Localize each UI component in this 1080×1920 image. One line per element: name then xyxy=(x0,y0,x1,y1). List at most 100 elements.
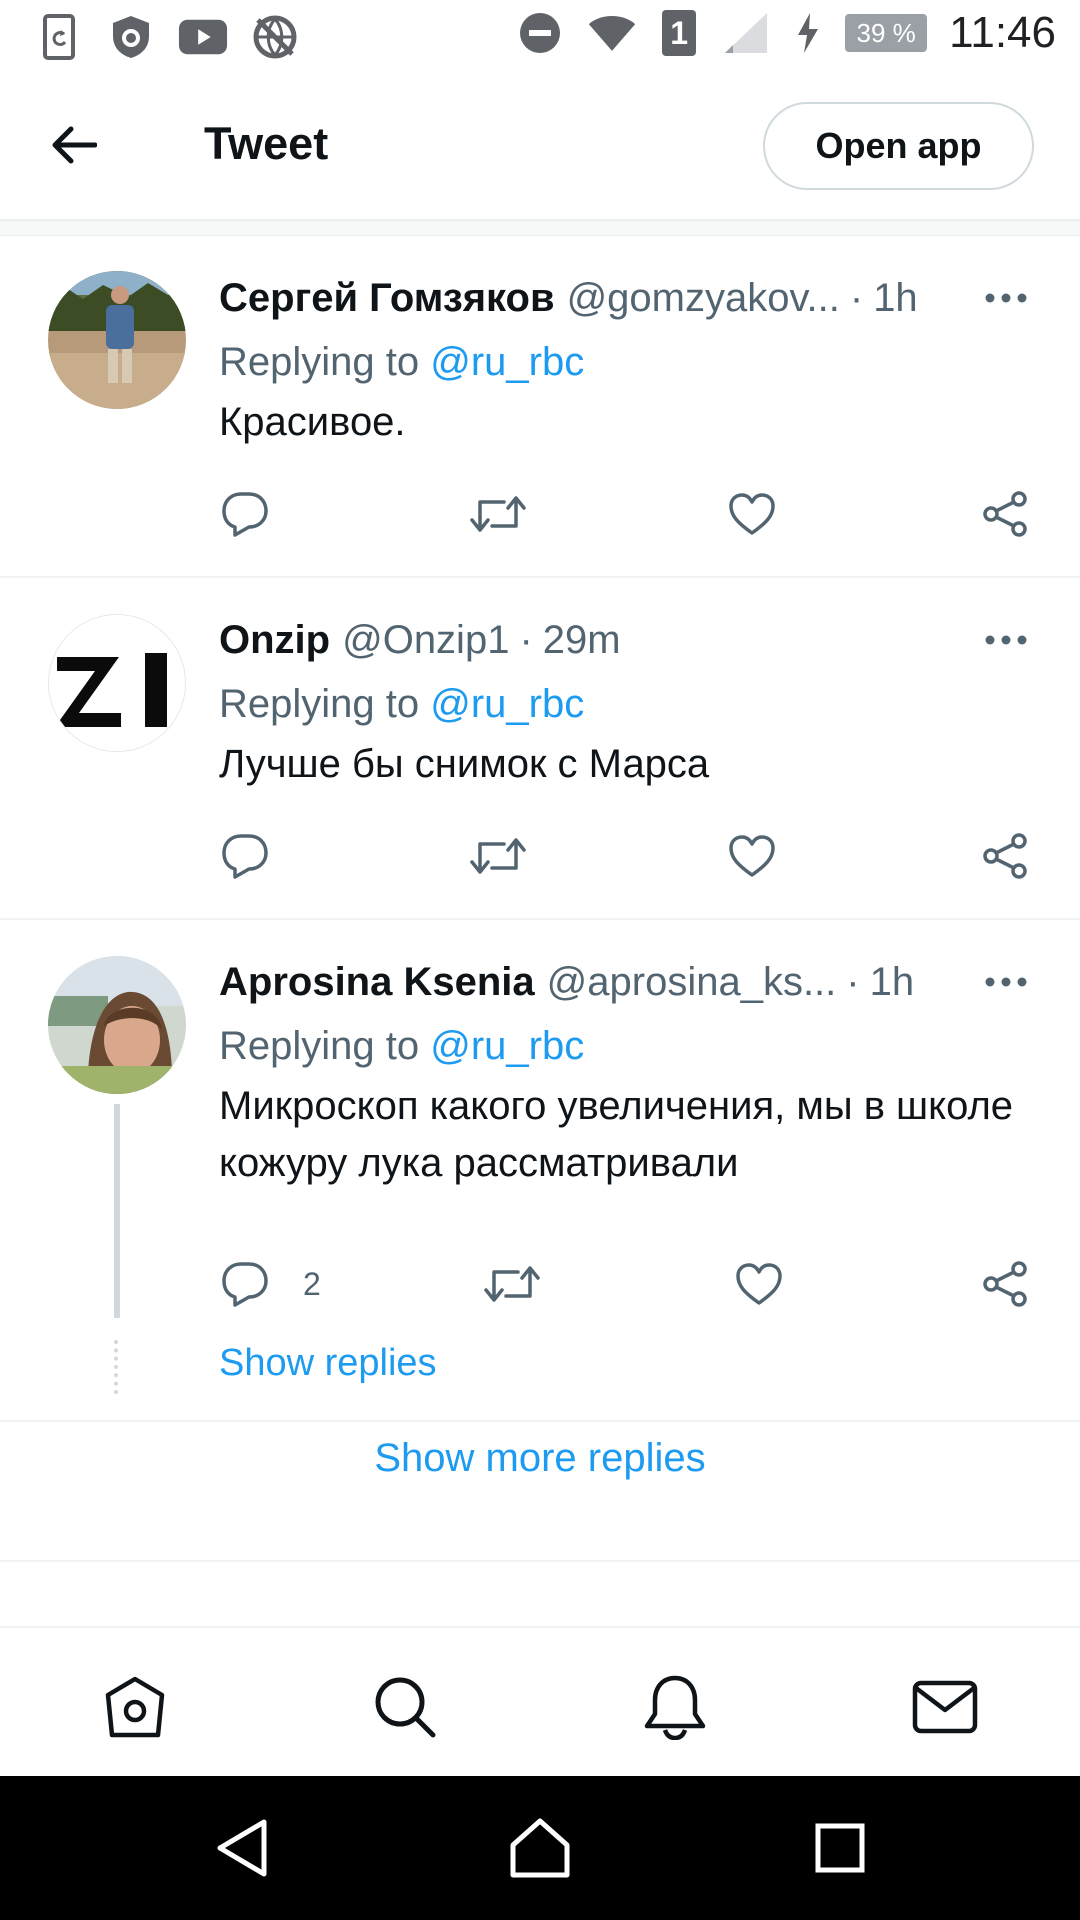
replying-to: Replying to @ru_rbc xyxy=(219,682,584,727)
sim-icon: 1 xyxy=(659,8,699,58)
like-button[interactable] xyxy=(724,486,780,542)
status-bar-left xyxy=(34,12,300,62)
tweet-header: Onzip @Onzip1 · 29m xyxy=(219,610,621,670)
more-options-button[interactable] xyxy=(982,620,1030,660)
thread-line xyxy=(114,1104,120,1318)
wifi-icon xyxy=(587,8,637,58)
divider xyxy=(0,1560,1080,1562)
tweet[interactable]: Onzip @Onzip1 · 29m Replying to @ru_rbc … xyxy=(0,578,1080,920)
author-handle[interactable]: @gomzyakov... xyxy=(567,276,840,321)
tweet-text: Микроскоп какого увеличения, мы в школе … xyxy=(219,1084,1014,1185)
separator: · xyxy=(846,959,860,1004)
show-more-replies-link[interactable]: Show more replies xyxy=(0,1436,1080,1481)
open-app-button[interactable]: Open app xyxy=(763,102,1034,190)
bottom-nav xyxy=(0,1626,1080,1776)
nav-notifications[interactable] xyxy=(640,1672,710,1742)
android-home-button[interactable] xyxy=(508,1816,572,1880)
heart-icon xyxy=(736,1263,782,1305)
dnd-icon xyxy=(515,8,565,58)
share-icon xyxy=(983,833,1027,879)
share-button[interactable] xyxy=(977,486,1033,542)
more-icon xyxy=(985,293,1027,303)
back-triangle-icon xyxy=(217,1819,267,1877)
android-nav-bar xyxy=(0,1776,1080,1920)
header-divider xyxy=(0,220,1080,236)
author-handle[interactable]: @aprosina_ks... xyxy=(547,960,837,1005)
more-icon xyxy=(985,977,1027,987)
avatar[interactable] xyxy=(48,271,186,409)
share-button[interactable] xyxy=(977,828,1033,884)
mention-link[interactable]: @ru_rbc xyxy=(430,682,584,726)
more-options-button[interactable] xyxy=(982,962,1030,1002)
android-back-button[interactable] xyxy=(210,1816,274,1880)
shield-icon xyxy=(106,12,156,62)
share-icon xyxy=(983,491,1027,537)
back-button[interactable] xyxy=(46,122,102,168)
youtube-icon xyxy=(178,12,228,62)
reply-button[interactable] xyxy=(217,1256,273,1312)
signal-icon xyxy=(721,8,771,58)
thread-dots xyxy=(114,1340,120,1394)
author-name[interactable]: Сергей Гомзяков xyxy=(219,276,555,321)
tweet[interactable]: Aprosina Ksenia @aprosina_ks... · 1h Rep… xyxy=(0,920,1080,1422)
tweet-time[interactable]: 29m xyxy=(543,618,621,663)
tweet-time[interactable]: 1h xyxy=(873,276,918,321)
replying-to: Replying to @ru_rbc xyxy=(219,340,584,385)
retweet-button[interactable] xyxy=(484,1256,540,1312)
arrow-left-icon xyxy=(52,126,97,164)
sync-icon xyxy=(34,12,84,62)
nav-home[interactable] xyxy=(100,1672,170,1742)
more-options-button[interactable] xyxy=(982,278,1030,318)
like-button[interactable] xyxy=(724,828,780,884)
share-button[interactable] xyxy=(977,1256,1033,1312)
avatar[interactable] xyxy=(48,956,186,1094)
replying-to-label: Replying to xyxy=(219,340,420,384)
battery-level: 39 % xyxy=(856,17,916,48)
reply-icon xyxy=(222,834,268,879)
home-outline-icon xyxy=(510,1818,570,1878)
share-icon xyxy=(983,1261,1027,1307)
status-time: 11:46 xyxy=(949,8,1056,57)
reply-button[interactable] xyxy=(217,486,273,542)
author-name[interactable]: Aprosina Ksenia xyxy=(219,960,535,1005)
nav-messages[interactable] xyxy=(910,1672,980,1742)
messages-icon xyxy=(912,1680,978,1734)
page-title: Tweet xyxy=(204,118,329,169)
tweet[interactable]: Сергей Гомзяков @gomzyakov... · 1h Reply… xyxy=(0,236,1080,578)
retweet-button[interactable] xyxy=(470,828,526,884)
retweet-button[interactable] xyxy=(470,486,526,542)
replying-to-label: Replying to xyxy=(219,682,420,726)
separator: · xyxy=(849,275,864,320)
more-icon xyxy=(985,635,1027,645)
show-replies-link[interactable]: Show replies xyxy=(219,1342,437,1385)
divider xyxy=(0,1420,1080,1422)
tweet-text: Лучше бы снимок с Марса xyxy=(219,742,710,786)
charging-icon xyxy=(793,8,823,58)
avatar[interactable] xyxy=(48,614,186,752)
like-button[interactable] xyxy=(731,1256,787,1312)
retweet-icon xyxy=(470,838,526,874)
header: Tweet Open app xyxy=(0,72,1080,220)
tweet-header: Aprosina Ksenia @aprosina_ks... · 1h xyxy=(219,952,914,1012)
recents-icon xyxy=(815,1823,865,1873)
tweet-time[interactable]: 1h xyxy=(870,960,915,1005)
separator: · xyxy=(519,617,533,662)
heart-icon xyxy=(729,835,775,877)
author-name[interactable]: Onzip xyxy=(219,618,330,663)
reply-icon xyxy=(222,1262,268,1307)
home-icon xyxy=(105,1676,165,1738)
mention-link[interactable]: @ru_rbc xyxy=(430,340,584,384)
reply-button[interactable] xyxy=(217,828,273,884)
android-recents-button[interactable] xyxy=(808,1816,872,1880)
author-handle[interactable]: @Onzip1 xyxy=(342,618,509,663)
tweet-header: Сергей Гомзяков @gomzyakov... · 1h xyxy=(219,268,918,328)
search-icon xyxy=(375,1677,436,1738)
retweet-icon xyxy=(484,1266,540,1302)
mention-link[interactable]: @ru_rbc xyxy=(430,1024,584,1068)
nav-search[interactable] xyxy=(370,1672,440,1742)
notifications-icon xyxy=(644,1675,706,1740)
sim-label: 1 xyxy=(662,10,697,56)
reply-count: 2 xyxy=(303,1266,321,1302)
tweet-text: Красивое. xyxy=(219,400,406,444)
retweet-icon xyxy=(470,496,526,532)
